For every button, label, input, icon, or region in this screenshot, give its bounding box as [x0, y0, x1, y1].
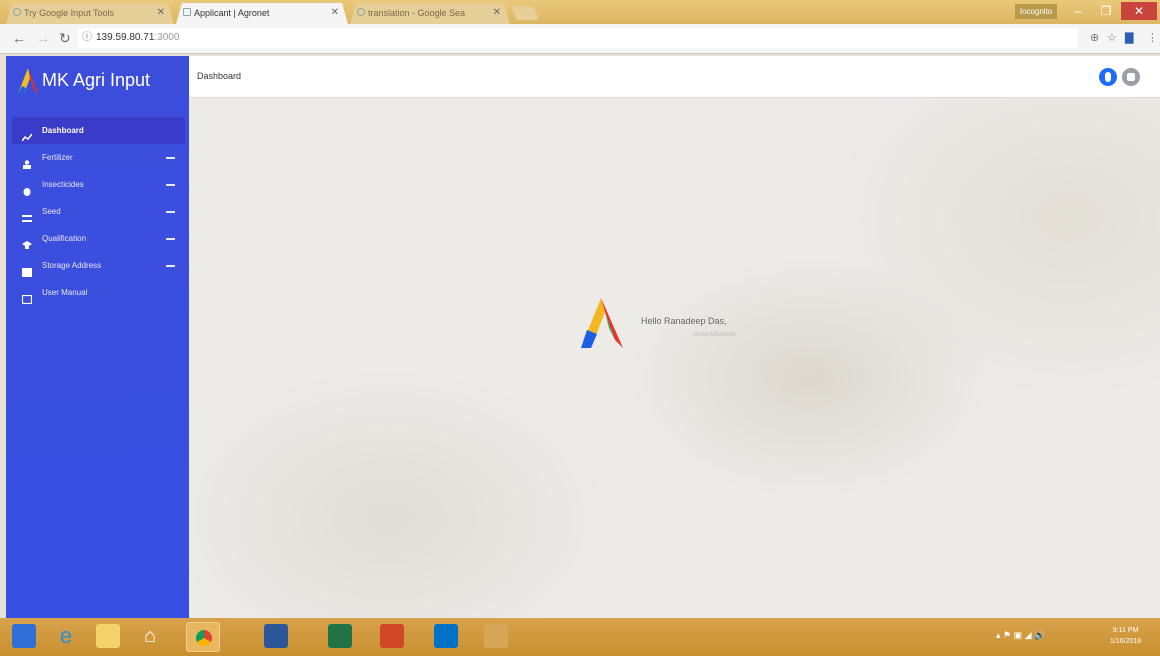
- browser-tab-title: Try Google Input Tools: [24, 8, 115, 18]
- expand-icon[interactable]: [166, 265, 175, 267]
- word-icon[interactable]: [264, 624, 288, 648]
- sidebar-item-label: Seed: [42, 207, 61, 216]
- windows-start-icon[interactable]: [12, 624, 36, 648]
- bug-icon: [22, 180, 32, 196]
- expand-icon[interactable]: [166, 238, 175, 240]
- powerpoint-icon[interactable]: [380, 624, 404, 648]
- profile-button[interactable]: Incognito: [1015, 4, 1057, 19]
- sidebar-item-label: Fertilizer: [42, 153, 73, 162]
- new-tab-button[interactable]: [511, 6, 539, 20]
- close-tab-icon[interactable]: ✕: [331, 7, 339, 18]
- sidebar-item-dashboard[interactable]: Dashboard: [12, 117, 185, 144]
- seed-icon: [22, 207, 32, 222]
- file-explorer-icon[interactable]: [96, 624, 120, 648]
- zoom-icon[interactable]: ⊕: [1090, 31, 1099, 44]
- sidebar-item-label: User Manual: [42, 288, 88, 297]
- home-icon[interactable]: ⌂: [138, 624, 162, 648]
- forward-icon[interactable]: →: [36, 30, 50, 46]
- sidebar-item-insecticides[interactable]: Insecticides: [12, 171, 185, 198]
- brand-logo-icon: [18, 68, 38, 94]
- browser-tab-strip: Try Google Input Tools ✕ Applicant | Agr…: [0, 0, 1160, 24]
- book-icon: [21, 288, 33, 305]
- back-icon[interactable]: ←: [12, 30, 26, 46]
- graduation-cap-icon: [22, 234, 32, 249]
- welcome-subtitle: Good Afternoon: [693, 332, 736, 338]
- browser-tab-0[interactable]: Try Google Input Tools ✕: [6, 3, 174, 24]
- sidebar-item-user-manual[interactable]: User Manual: [12, 279, 185, 306]
- close-tab-icon[interactable]: ✕: [493, 7, 501, 18]
- expand-icon[interactable]: [166, 184, 175, 186]
- welcome-panel: Hello Ranadeep Das, Good Afternoon: [579, 298, 799, 348]
- reload-icon[interactable]: ↻: [59, 30, 71, 47]
- url-port: :3000: [154, 32, 180, 43]
- browser-tab-2[interactable]: translation - Google Sea ✕: [350, 3, 510, 24]
- page-title: Dashboard: [197, 71, 242, 81]
- url-host: 139.59.80.71: [96, 32, 155, 43]
- close-tab-icon[interactable]: ✕: [157, 7, 165, 18]
- close-window-icon[interactable]: ✕: [1121, 2, 1157, 20]
- sidebar-menu: Dashboard Fertilizer Insecticides Seed Quali…: [12, 117, 185, 306]
- welcome-greeting: Hello Ranadeep Das,: [641, 316, 727, 326]
- user-icon: [22, 153, 32, 169]
- clock-time: 9:11 PM: [1112, 627, 1139, 634]
- browser-tab-title: translation - Google Sea: [368, 8, 466, 18]
- outlook-icon[interactable]: [434, 624, 458, 648]
- main-content: Hello Ranadeep Das, Good Afternoon: [189, 98, 1160, 618]
- system-tray-icons[interactable]: ▴ ⚑ ▣ ◢ 🔊: [996, 630, 1045, 641]
- account-icon[interactable]: [1122, 68, 1140, 86]
- url-input[interactable]: ⓘ 139.59.80.71:3000: [78, 28, 1078, 48]
- browser-tab-title: Applicant | Agronet: [194, 8, 270, 18]
- sidebar-item-fertilizer[interactable]: Fertilizer: [12, 144, 185, 171]
- chart-line-icon: [21, 126, 33, 142]
- sidebar-item-label: Qualification: [42, 234, 87, 243]
- chrome-icon[interactable]: [186, 622, 220, 652]
- notification-icon[interactable]: [1099, 68, 1117, 86]
- building-icon: [22, 261, 32, 277]
- maximize-icon[interactable]: ❐: [1093, 2, 1119, 20]
- expand-icon[interactable]: [166, 211, 175, 213]
- app-logo-icon: [581, 298, 623, 348]
- extension-icon[interactable]: ▇: [1125, 31, 1133, 44]
- bookmark-star-icon[interactable]: ☆: [1107, 31, 1117, 44]
- media-icon[interactable]: [484, 624, 508, 648]
- sidebar: MK Agri Input Dashboard Fertilizer Insecti…: [6, 56, 189, 618]
- sidebar-item-label: Storage Address: [42, 261, 102, 270]
- sidebar-item-seed[interactable]: Seed: [12, 198, 185, 225]
- address-bar: ← → ↻ ⓘ 139.59.80.71:3000 ⊕ ☆ ▇ ⋮: [0, 24, 1160, 54]
- minimize-icon[interactable]: –: [1065, 2, 1091, 20]
- globe-icon: [357, 8, 365, 16]
- info-icon[interactable]: ⓘ: [82, 32, 92, 43]
- sidebar-item-label: Insecticides: [42, 180, 84, 189]
- browser-tab-1[interactable]: Applicant | Agronet ✕: [176, 3, 348, 24]
- internet-explorer-icon[interactable]: e: [54, 624, 78, 648]
- taskbar-clock[interactable]: 9:11 PM 1/16/2018: [1110, 625, 1141, 647]
- sidebar-item-storage-address[interactable]: Storage Address: [12, 252, 185, 279]
- top-header: Dashboard: [189, 56, 1160, 98]
- sidebar-item-qualification[interactable]: Qualification: [12, 225, 185, 252]
- sidebar-item-label: Dashboard: [42, 126, 84, 135]
- excel-icon[interactable]: [328, 624, 352, 648]
- page-icon: [183, 8, 191, 16]
- clock-date: 1/16/2018: [1110, 638, 1142, 645]
- globe-icon: [13, 8, 21, 16]
- brand-name: MK Agri Input: [42, 70, 151, 90]
- taskbar: e ⌂ ▴ ⚑ ▣ ◢ 🔊 9:11 PM 1/16/2018: [0, 618, 1160, 656]
- browser-menu-icon[interactable]: ⋮: [1147, 31, 1158, 44]
- expand-icon[interactable]: [166, 157, 175, 159]
